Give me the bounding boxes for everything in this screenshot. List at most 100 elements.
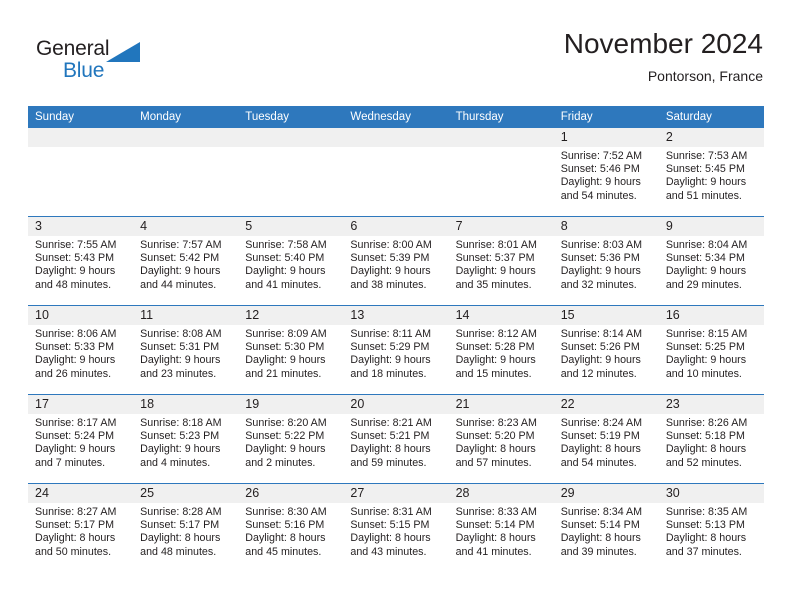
calendar-day-cell[interactable]: 26 Sunrise: 8:30 AM Sunset: 5:16 PM Dayligh… bbox=[238, 483, 344, 572]
sunrise-time: Sunrise: 8:26 AM bbox=[665, 417, 748, 429]
day-number: 29 bbox=[553, 484, 659, 503]
location-subtitle: Pontorson, France bbox=[647, 68, 763, 84]
sunset-time: Sunset: 5:18 PM bbox=[665, 430, 745, 443]
day-details: Sunrise: 8:31 AM Sunset: 5:15 PM Daylight:… bbox=[343, 503, 448, 559]
day-number: 3 bbox=[28, 217, 134, 236]
calendar-day-cell[interactable]: 15 Sunrise: 8:14 AM Sunset: 5:26 PM Dayligh… bbox=[553, 305, 659, 395]
calendar-day-cell[interactable]: 8 Sunrise: 8:03 AM Sunset: 5:36 PM Daylight… bbox=[553, 216, 659, 306]
sunrise-time: Sunrise: 8:04 AM bbox=[665, 239, 748, 251]
sunset-time: Sunset: 5:36 PM bbox=[560, 252, 640, 265]
sunrise-time: Sunrise: 8:12 AM bbox=[455, 328, 537, 340]
calendar-day-cell[interactable]: 25 Sunrise: 8:28 AM Sunset: 5:17 PM Dayligh… bbox=[133, 483, 239, 572]
day-cell: 20 Sunrise: 8:21 AM Sunset: 5:21 PM Dayligh… bbox=[343, 395, 449, 483]
daylight-duration-line1: Daylight: 8 hours bbox=[140, 532, 221, 545]
weekday-header-wednesday: Wednesday bbox=[343, 106, 449, 128]
sunrise-time: Sunrise: 8:14 AM bbox=[560, 328, 643, 340]
daylight-duration-line1: Daylight: 9 hours bbox=[140, 354, 221, 367]
sunrise-time: Sunrise: 8:00 AM bbox=[350, 239, 432, 251]
calendar-day-cell[interactable]: 5 Sunrise: 7:58 AM Sunset: 5:40 PM Daylight… bbox=[238, 216, 344, 306]
daylight-duration-line1: Daylight: 8 hours bbox=[350, 532, 431, 545]
sunrise-time: Sunrise: 8:27 AM bbox=[35, 506, 117, 518]
day-details: Sunrise: 8:26 AM Sunset: 5:18 PM Daylight:… bbox=[659, 414, 764, 470]
daylight-duration-line1: Daylight: 9 hours bbox=[140, 265, 221, 278]
calendar-day-cell[interactable]: 2 Sunrise: 7:53 AM Sunset: 5:45 PM Daylight… bbox=[658, 128, 764, 217]
calendar-day-cell[interactable]: 9 Sunrise: 8:04 AM Sunset: 5:34 PM Daylight… bbox=[658, 216, 764, 306]
daylight-duration-line1: Daylight: 8 hours bbox=[455, 532, 536, 545]
calendar-day-cell[interactable]: 27 Sunrise: 8:31 AM Sunset: 5:15 PM Dayligh… bbox=[343, 483, 449, 572]
daylight-duration-line1: Daylight: 9 hours bbox=[455, 265, 536, 278]
calendar-day-cell[interactable]: 18 Sunrise: 8:18 AM Sunset: 5:23 PM Dayligh… bbox=[133, 394, 239, 484]
day-number: 13 bbox=[343, 306, 449, 325]
calendar-day-cell[interactable] bbox=[28, 128, 134, 217]
calendar-day-cell[interactable]: 13 Sunrise: 8:11 AM Sunset: 5:29 PM Dayligh… bbox=[343, 305, 449, 395]
calendar-grid: Sunday Monday Tuesday Wednesday Thursday… bbox=[28, 106, 764, 572]
calendar-week-row: 10 Sunrise: 8:06 AM Sunset: 5:33 PM Dayligh… bbox=[28, 305, 764, 395]
daylight-duration-line1: Daylight: 9 hours bbox=[560, 354, 641, 367]
calendar-day-cell[interactable] bbox=[343, 128, 449, 217]
calendar-day-cell[interactable]: 28 Sunrise: 8:33 AM Sunset: 5:14 PM Dayligh… bbox=[448, 483, 554, 572]
sunrise-time: Sunrise: 8:17 AM bbox=[35, 417, 117, 429]
calendar-day-cell[interactable]: 17 Sunrise: 8:17 AM Sunset: 5:24 PM Dayligh… bbox=[28, 394, 134, 484]
day-number: 16 bbox=[658, 306, 764, 325]
day-cell-empty bbox=[28, 128, 134, 216]
calendar-day-cell[interactable]: 30 Sunrise: 8:35 AM Sunset: 5:13 PM Dayligh… bbox=[658, 483, 764, 572]
calendar-day-cell[interactable]: 10 Sunrise: 8:06 AM Sunset: 5:33 PM Dayligh… bbox=[28, 305, 134, 395]
day-number: 9 bbox=[658, 217, 764, 236]
sunrise-time: Sunrise: 7:55 AM bbox=[35, 239, 117, 251]
daylight-duration-line1: Daylight: 8 hours bbox=[350, 443, 431, 456]
calendar-day-cell[interactable]: 19 Sunrise: 8:20 AM Sunset: 5:22 PM Dayligh… bbox=[238, 394, 344, 484]
calendar-body: 1 Sunrise: 7:52 AM Sunset: 5:46 PM Daylight… bbox=[28, 128, 764, 572]
day-details: Sunrise: 8:33 AM Sunset: 5:14 PM Daylight:… bbox=[449, 503, 554, 559]
calendar-day-cell[interactable]: 11 Sunrise: 8:08 AM Sunset: 5:31 PM Dayligh… bbox=[133, 305, 239, 395]
daylight-duration-line2: and 29 minutes. bbox=[665, 278, 742, 291]
calendar-day-cell[interactable]: 4 Sunrise: 7:57 AM Sunset: 5:42 PM Daylight… bbox=[133, 216, 239, 306]
calendar-day-cell[interactable]: 12 Sunrise: 8:09 AM Sunset: 5:30 PM Dayligh… bbox=[238, 305, 344, 395]
daylight-duration-line1: Daylight: 8 hours bbox=[665, 443, 747, 456]
calendar-day-cell[interactable] bbox=[133, 128, 239, 217]
day-number: 26 bbox=[238, 484, 344, 503]
calendar-week-row: 3 Sunrise: 7:55 AM Sunset: 5:43 PM Daylight… bbox=[28, 216, 764, 306]
calendar-day-cell[interactable]: 14 Sunrise: 8:12 AM Sunset: 5:28 PM Dayligh… bbox=[448, 305, 554, 395]
weekday-header-thursday: Thursday bbox=[448, 106, 554, 128]
calendar-day-cell[interactable]: 7 Sunrise: 8:01 AM Sunset: 5:37 PM Daylight… bbox=[448, 216, 554, 306]
sunset-time: Sunset: 5:33 PM bbox=[35, 341, 115, 354]
sunrise-time: Sunrise: 8:35 AM bbox=[665, 506, 748, 518]
calendar-day-cell[interactable]: 22 Sunrise: 8:24 AM Sunset: 5:19 PM Dayligh… bbox=[553, 394, 659, 484]
sunset-time: Sunset: 5:25 PM bbox=[665, 341, 745, 354]
sunset-time: Sunset: 5:22 PM bbox=[245, 430, 325, 443]
day-details: Sunrise: 8:12 AM Sunset: 5:28 PM Daylight:… bbox=[449, 325, 554, 381]
calendar-day-cell[interactable] bbox=[238, 128, 344, 217]
sunrise-time: Sunrise: 8:24 AM bbox=[560, 417, 643, 429]
sunset-time: Sunset: 5:14 PM bbox=[455, 519, 535, 532]
day-cell: 9 Sunrise: 8:04 AM Sunset: 5:34 PM Daylight… bbox=[658, 217, 764, 305]
calendar-day-cell[interactable] bbox=[448, 128, 554, 217]
calendar-day-cell[interactable]: 21 Sunrise: 8:23 AM Sunset: 5:20 PM Dayligh… bbox=[448, 394, 554, 484]
sunset-time: Sunset: 5:20 PM bbox=[455, 430, 535, 443]
calendar-day-cell[interactable]: 3 Sunrise: 7:55 AM Sunset: 5:43 PM Daylight… bbox=[28, 216, 134, 306]
day-number: 19 bbox=[238, 395, 344, 414]
calendar-day-cell[interactable]: 23 Sunrise: 8:26 AM Sunset: 5:18 PM Dayligh… bbox=[658, 394, 764, 484]
day-cell-empty bbox=[343, 128, 449, 216]
sunrise-time: Sunrise: 8:01 AM bbox=[455, 239, 537, 251]
calendar-day-cell[interactable]: 6 Sunrise: 8:00 AM Sunset: 5:39 PM Daylight… bbox=[343, 216, 449, 306]
calendar-page: General Blue November 2024 Pontorson, Fr… bbox=[0, 0, 792, 612]
day-cell: 2 Sunrise: 7:53 AM Sunset: 5:45 PM Daylight… bbox=[658, 128, 764, 216]
calendar-day-cell[interactable]: 29 Sunrise: 8:34 AM Sunset: 5:14 PM Dayligh… bbox=[553, 483, 659, 572]
day-number bbox=[343, 128, 449, 147]
daylight-duration-line1: Daylight: 9 hours bbox=[35, 443, 116, 456]
calendar-day-cell[interactable]: 16 Sunrise: 8:15 AM Sunset: 5:25 PM Dayligh… bbox=[658, 305, 764, 395]
day-number: 2 bbox=[658, 128, 764, 147]
day-cell: 16 Sunrise: 8:15 AM Sunset: 5:25 PM Dayligh… bbox=[658, 306, 764, 394]
calendar-day-cell[interactable]: 1 Sunrise: 7:52 AM Sunset: 5:46 PM Daylight… bbox=[553, 128, 659, 217]
day-number bbox=[133, 128, 239, 147]
sunset-time: Sunset: 5:45 PM bbox=[665, 163, 745, 176]
daylight-duration-line1: Daylight: 9 hours bbox=[35, 265, 116, 278]
daylight-duration-line1: Daylight: 8 hours bbox=[560, 532, 641, 545]
daylight-duration-line2: and 32 minutes. bbox=[560, 278, 637, 291]
calendar-day-cell[interactable]: 24 Sunrise: 8:27 AM Sunset: 5:17 PM Dayligh… bbox=[28, 483, 134, 572]
day-details: Sunrise: 7:58 AM Sunset: 5:40 PM Daylight:… bbox=[238, 236, 343, 292]
sunset-time: Sunset: 5:17 PM bbox=[35, 519, 115, 532]
day-cell: 22 Sunrise: 8:24 AM Sunset: 5:19 PM Dayligh… bbox=[553, 395, 659, 483]
calendar-day-cell[interactable]: 20 Sunrise: 8:21 AM Sunset: 5:21 PM Dayligh… bbox=[343, 394, 449, 484]
day-cell: 29 Sunrise: 8:34 AM Sunset: 5:14 PM Dayligh… bbox=[553, 484, 659, 572]
